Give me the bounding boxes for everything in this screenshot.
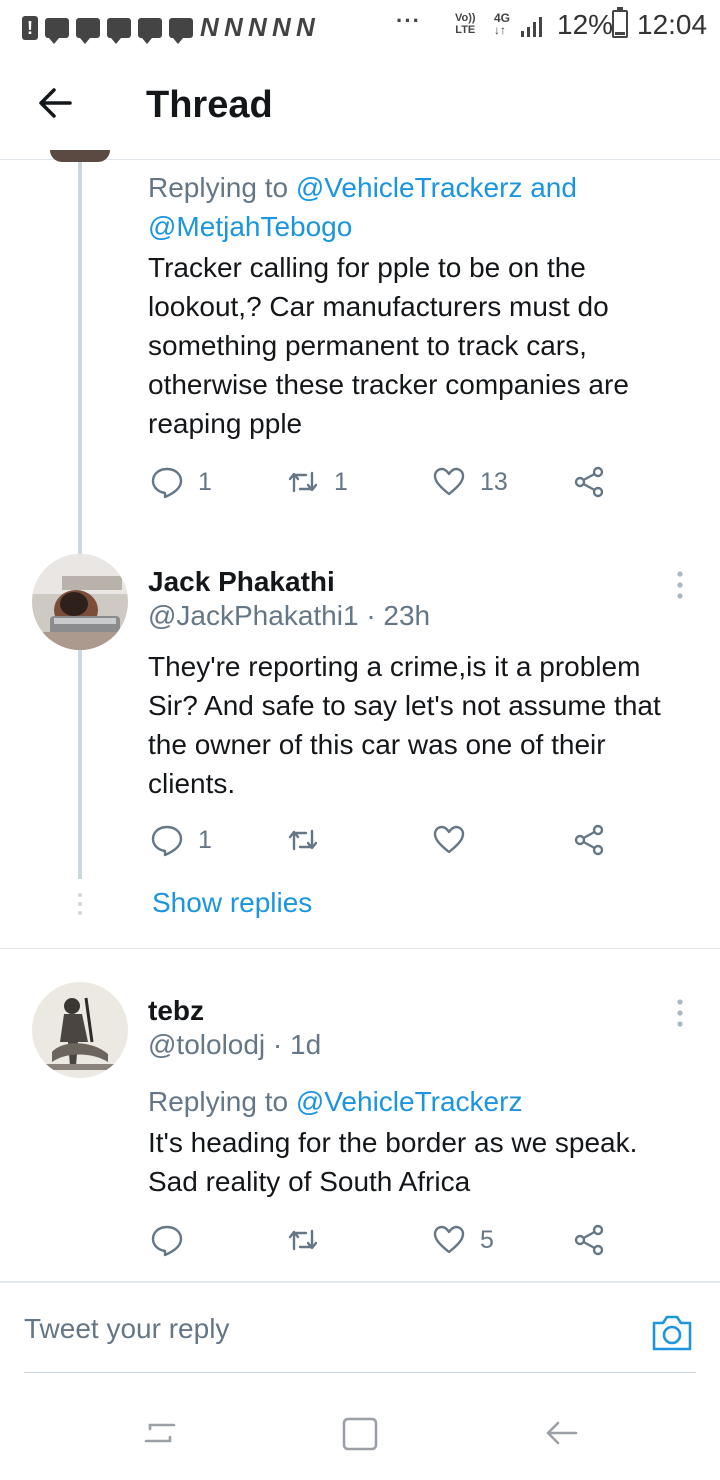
share-button[interactable]	[572, 820, 606, 860]
app-notification-icons: N N N N N	[200, 12, 315, 42]
retweet-count: 1	[334, 467, 348, 496]
tweet-text: They're reporting a crime,is it a proble…	[148, 651, 661, 799]
message-notification-icon	[45, 17, 69, 44]
author-handle: @tololodj · 1d	[148, 1029, 322, 1060]
show-replies-link[interactable]: Show replies	[152, 887, 312, 919]
app-header: Thread	[0, 50, 720, 160]
mention-link[interactable]: @VehicleTrackerz	[296, 1086, 523, 1117]
home-icon[interactable]	[340, 1413, 380, 1453]
retweet-icon	[288, 471, 318, 493]
tweet-actions: 1 1 13	[150, 462, 610, 502]
like-count: 13	[480, 467, 508, 496]
author-name[interactable]: Jack Phakathi	[148, 566, 335, 598]
clock: 12:04	[637, 9, 708, 40]
page-title: Thread	[146, 84, 273, 126]
reply-count: 1	[198, 467, 212, 496]
like-button[interactable]	[432, 820, 480, 860]
reply-icon	[151, 825, 183, 857]
retweet-button[interactable]	[286, 820, 334, 860]
heart-icon	[433, 825, 465, 854]
reply-button[interactable]	[150, 1220, 198, 1260]
heart-icon	[433, 1225, 465, 1254]
retweet-button[interactable]: 1	[286, 462, 348, 502]
replying-to: Replying to @VehicleTrackerz and @Metjah…	[148, 172, 577, 242]
share-button[interactable]	[572, 462, 606, 502]
tweet-actions: 1	[150, 820, 610, 860]
avatar[interactable]	[32, 982, 128, 1078]
share-icon	[574, 1224, 604, 1256]
like-count: 5	[480, 1225, 494, 1254]
back-icon[interactable]	[542, 1413, 582, 1453]
network-type: 4G ↓↑	[494, 11, 511, 37]
retweet-icon	[288, 829, 318, 851]
share-button[interactable]	[572, 1220, 606, 1260]
tweet-text: Tracker calling for pple to be on the lo…	[148, 252, 629, 439]
tweet-actions: 5	[150, 1220, 610, 1260]
divider	[0, 948, 720, 949]
reply-icon	[151, 1225, 183, 1257]
alert-notification-icon: !	[22, 15, 38, 40]
signal-icon	[521, 17, 542, 37]
replying-to: Replying to @VehicleTrackerz	[148, 1086, 523, 1117]
system-nav-bar	[0, 1385, 720, 1480]
message-notification-icon	[76, 17, 100, 44]
share-icon	[574, 824, 604, 856]
message-notification-icon	[107, 17, 131, 44]
status-bar: ! N N N N N ··· Vo)) LTE 4G ↓↑ 12% 12:04	[0, 0, 720, 50]
reply-input[interactable]	[24, 1283, 644, 1375]
reply-composer	[0, 1281, 720, 1375]
reply-button[interactable]: 1	[150, 820, 212, 860]
heart-icon	[433, 467, 465, 496]
avatar[interactable]	[32, 554, 128, 650]
notification-icons: ! N N N N N	[22, 12, 315, 44]
tweet-text: It's heading for the border as we speak.…	[148, 1127, 638, 1197]
battery-icon	[612, 7, 628, 38]
more-notifications-icon: ···	[396, 8, 421, 33]
reply-count: 1	[198, 825, 212, 854]
reply-button[interactable]: 1	[150, 462, 212, 502]
like-button[interactable]: 13	[432, 462, 508, 502]
thread-line	[78, 161, 82, 879]
more-options-icon[interactable]	[666, 994, 694, 1034]
reply-icon	[151, 467, 183, 499]
profile-photo	[32, 982, 128, 1078]
camera-icon[interactable]	[650, 1313, 694, 1353]
volte-icon: Vo)) LTE	[455, 12, 476, 36]
retweet-icon	[288, 1229, 318, 1251]
message-notification-icon	[138, 17, 162, 44]
author-name[interactable]: tebz	[148, 995, 204, 1027]
message-notification-icon	[169, 17, 193, 44]
recent-apps-icon[interactable]	[140, 1413, 180, 1453]
retweet-button[interactable]	[286, 1220, 334, 1260]
reply-underline	[24, 1372, 696, 1373]
like-button[interactable]: 5	[432, 1220, 494, 1260]
author-handle: @JackPhakathi1 · 23h	[148, 600, 431, 631]
profile-photo	[32, 554, 128, 650]
more-options-icon[interactable]	[666, 566, 694, 606]
battery-percent: 12%	[557, 9, 614, 40]
avatar[interactable]	[50, 150, 110, 162]
thread-continuation-dots-icon	[78, 893, 82, 915]
back-arrow-icon[interactable]	[30, 78, 80, 128]
share-icon	[574, 466, 604, 498]
